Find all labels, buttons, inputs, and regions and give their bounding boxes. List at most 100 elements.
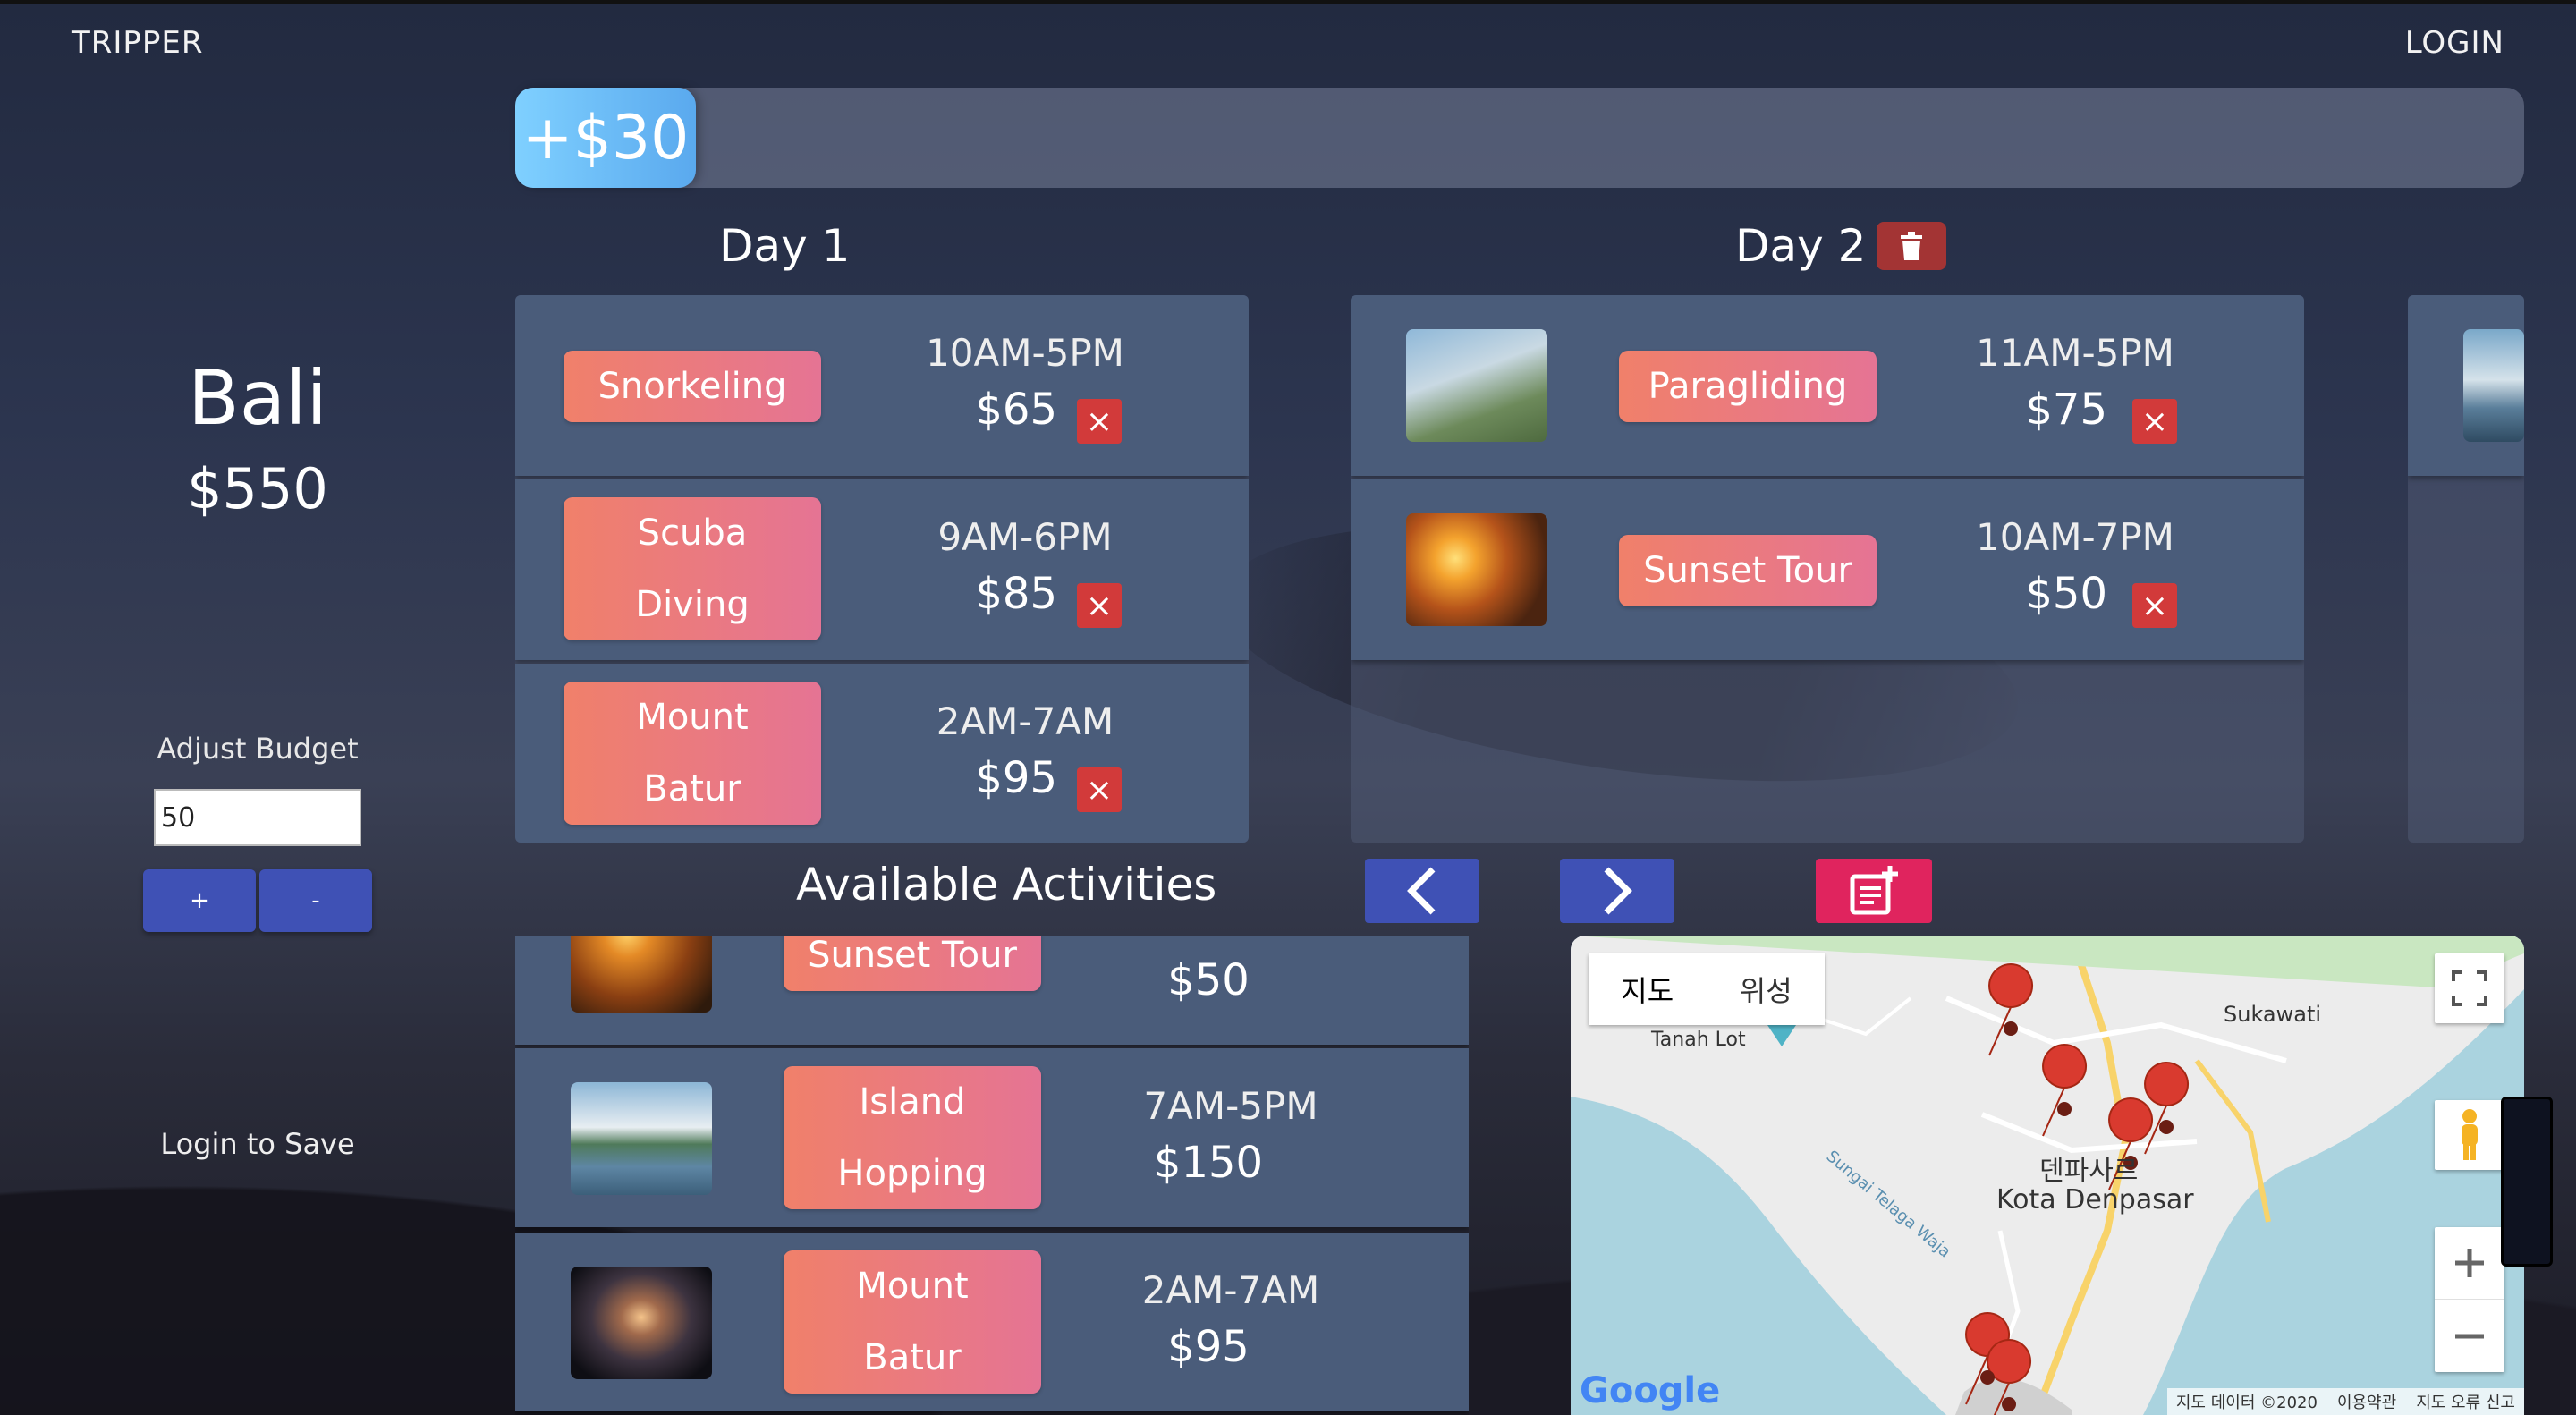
day-2-title: Day 2 [1735,220,1867,272]
activity-pill[interactable]: Scuba Diving [564,497,821,640]
add-note-icon [1850,866,1898,915]
activity-price: $150 [1153,1138,1264,1188]
map-tab-map[interactable]: 지도 [1589,953,1707,1025]
top-edge [0,0,2576,4]
google-logo: Google [1580,1370,1721,1411]
activity-pill-line1: Island [859,1081,966,1123]
map-terms-link[interactable]: 이용약관 [2337,1390,2396,1413]
next-day-button[interactable] [1560,859,1674,923]
delete-day-button[interactable] [1877,222,1946,270]
activity-pill[interactable]: Snorkeling [564,351,821,422]
budget-progress-bar: +$30 [515,88,2524,188]
zoom-out-button[interactable] [2435,1300,2504,1372]
activity-pill-line1: Mount [856,1266,969,1307]
map-label-tanah-lot: Tanah Lot [1651,1029,1746,1051]
decrease-budget-button[interactable]: - [259,869,372,932]
activity-pill-line1: Scuba [637,513,748,554]
destination-price: $550 [187,456,328,521]
close-icon: × [1085,771,1114,809]
day-3-column[interactable] [2408,295,2524,843]
login-link[interactable]: LOGIN [2405,25,2504,61]
map-label-denpasar: Kota Denpasar [1996,1184,2194,1216]
pegman-icon [2462,1109,2478,1160]
activity-price: $65 [975,385,1057,435]
map-view[interactable]: 지도 위성 Tanah Lot Sukawati 덴파사르 Kota Denpa… [1571,936,2524,1415]
activity-time: 2AM-7AM [936,699,1114,743]
day-2-activity-sunset-tour[interactable]: Sunset Tour 10AM-7PM $50 × [1351,479,2304,660]
activity-price: $50 [2025,569,2107,619]
activity-pill[interactable]: Sunset Tour [1619,535,1877,606]
login-to-save-link[interactable]: Login to Save [0,1127,515,1161]
activity-pill-line2: Diving [635,584,750,625]
mount-batur-thumbnail [571,1267,712,1379]
close-icon: × [2140,402,2169,440]
remove-activity-button[interactable]: × [2132,583,2177,628]
available-activities-title: Available Activities [796,859,1217,911]
activity-price: $75 [2025,385,2107,435]
map-copyright: 지도 데이터 ©2020 [2175,1394,2318,1412]
activity-time: 11AM-5PM [1976,331,2174,375]
available-activity-mount-batur[interactable]: Mount Batur 2AM-7AM $95 [515,1233,1469,1411]
activity-pill[interactable]: Sunset Tour [784,936,1041,991]
fullscreen-icon [2452,970,2487,1006]
close-icon: × [1085,587,1114,624]
map-label-denpasar-kr: 덴파사르 [2039,1156,2139,1187]
close-icon: × [2140,587,2169,624]
day-1-activity-snorkeling[interactable]: Snorkeling 10AM-5PM $65 × [515,295,1249,476]
budget-progress-fill: +$30 [515,88,696,188]
sunset-thumbnail [1406,513,1547,626]
activity-pill-line2: Batur [863,1337,962,1378]
close-icon: × [1085,402,1114,440]
map-footer: 지도 데이터 ©2020 이용약관 지도 오류 신고 [2166,1388,2524,1415]
scrollbar-handle[interactable] [2501,1097,2553,1267]
activity-price: $85 [975,569,1057,619]
activity-time: 10AM-7PM [1976,515,2174,559]
activity-pill[interactable]: Mount Batur [784,1250,1041,1394]
activity-pill[interactable]: Island Hopping [784,1066,1041,1209]
day-1-activity-scuba[interactable]: Scuba Diving 9AM-6PM $85 × [515,479,1249,660]
day-2-column[interactable]: Paragliding 11AM-5PM $75 × Sunset Tour 1… [1351,295,2304,843]
activity-time: 9AM-6PM [937,515,1113,559]
chevron-right-icon [1604,867,1632,915]
minus-icon [2455,1334,2484,1338]
previous-day-button[interactable] [1365,859,1479,923]
activity-time: 7AM-5PM [1143,1084,1318,1128]
zoom-control[interactable] [2435,1227,2504,1372]
map-type-tabs[interactable]: 지도 위성 [1589,953,1825,1025]
map-report-link[interactable]: 지도 오류 신고 [2416,1390,2515,1413]
activity-price: $50 [1167,955,1250,1005]
available-activities-list[interactable]: Sunset Tour $50 Island Hopping 7AM-5PM $… [515,936,1469,1415]
budget-input[interactable] [154,789,361,846]
activity-pill[interactable]: Mount Batur [564,682,821,825]
day-3-activity-partial[interactable] [2408,295,2524,476]
activity-pill-line2: Hopping [837,1153,987,1194]
map-label-sukawati: Sukawati [2224,1002,2322,1027]
remove-activity-button[interactable]: × [2132,399,2177,444]
remove-activity-button[interactable]: × [1077,399,1122,444]
add-day-button[interactable] [1816,859,1932,923]
fullscreen-button[interactable] [2435,953,2504,1023]
increase-budget-button[interactable]: + [143,869,256,932]
map-tab-satellite[interactable]: 위성 [1707,953,1826,1025]
chevron-left-icon [1407,867,1436,915]
plus-icon [2455,1249,2484,1277]
brand-logo[interactable]: TRIPPER [72,25,204,61]
trash-icon [1901,232,1922,260]
activity-pill-line2: Batur [643,768,741,809]
remove-activity-button[interactable]: × [1077,767,1122,812]
paragliding-thumbnail [1406,329,1547,442]
available-activity-sunset-tour[interactable]: Sunset Tour $50 [515,936,1469,1045]
activity-price: $95 [1167,1322,1250,1372]
activity-pill-line1: Mount [636,697,749,738]
activity-time: 10AM-5PM [926,331,1124,375]
street-view-button[interactable] [2435,1100,2504,1170]
island-hopping-thumbnail [2463,329,2524,442]
zoom-in-button[interactable] [2435,1227,2504,1300]
day-2-activity-paragliding[interactable]: Paragliding 11AM-5PM $75 × [1351,295,2304,476]
available-activity-island-hopping[interactable]: Island Hopping 7AM-5PM $150 [515,1048,1469,1227]
day-1-activity-mount-batur[interactable]: Mount Batur 2AM-7AM $95 × [515,664,1249,843]
activity-pill[interactable]: Paragliding [1619,351,1877,422]
day-1-column[interactable]: Snorkeling 10AM-5PM $65 × Scuba Diving 9… [515,295,1249,843]
remove-activity-button[interactable]: × [1077,583,1122,628]
island-hopping-thumbnail [571,1082,712,1195]
